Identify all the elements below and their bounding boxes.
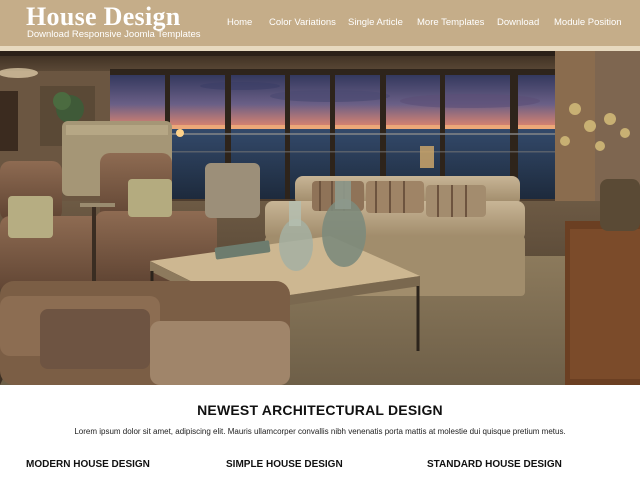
section-heading: NEWEST ARCHITECTURAL DESIGN [197, 402, 443, 418]
hero-image [0, 51, 640, 385]
site-header: House Design Download Responsive Joomla … [0, 0, 640, 46]
nav-item-more-templates[interactable]: More Templates [417, 17, 484, 28]
main-nav: Home Color Variations Single Article Mor… [0, 17, 640, 31]
main-content: NEWEST ARCHITECTURAL DESIGN Lorem ipsum … [0, 385, 640, 480]
column-title-standard: STANDARD HOUSE DESIGN [427, 459, 562, 470]
column-title-simple: SIMPLE HOUSE DESIGN [226, 459, 343, 470]
nav-item-single-article[interactable]: Single Article [348, 17, 403, 28]
column-title-modern: MODERN HOUSE DESIGN [26, 459, 150, 470]
nav-item-download[interactable]: Download [497, 17, 539, 28]
nav-item-home[interactable]: Home [227, 17, 252, 28]
nav-item-color-variations[interactable]: Color Variations [269, 17, 336, 28]
section-intro-text: Lorem ipsum dolor sit amet, adipiscing e… [74, 427, 566, 436]
nav-item-module-position[interactable]: Module Position [554, 17, 622, 28]
